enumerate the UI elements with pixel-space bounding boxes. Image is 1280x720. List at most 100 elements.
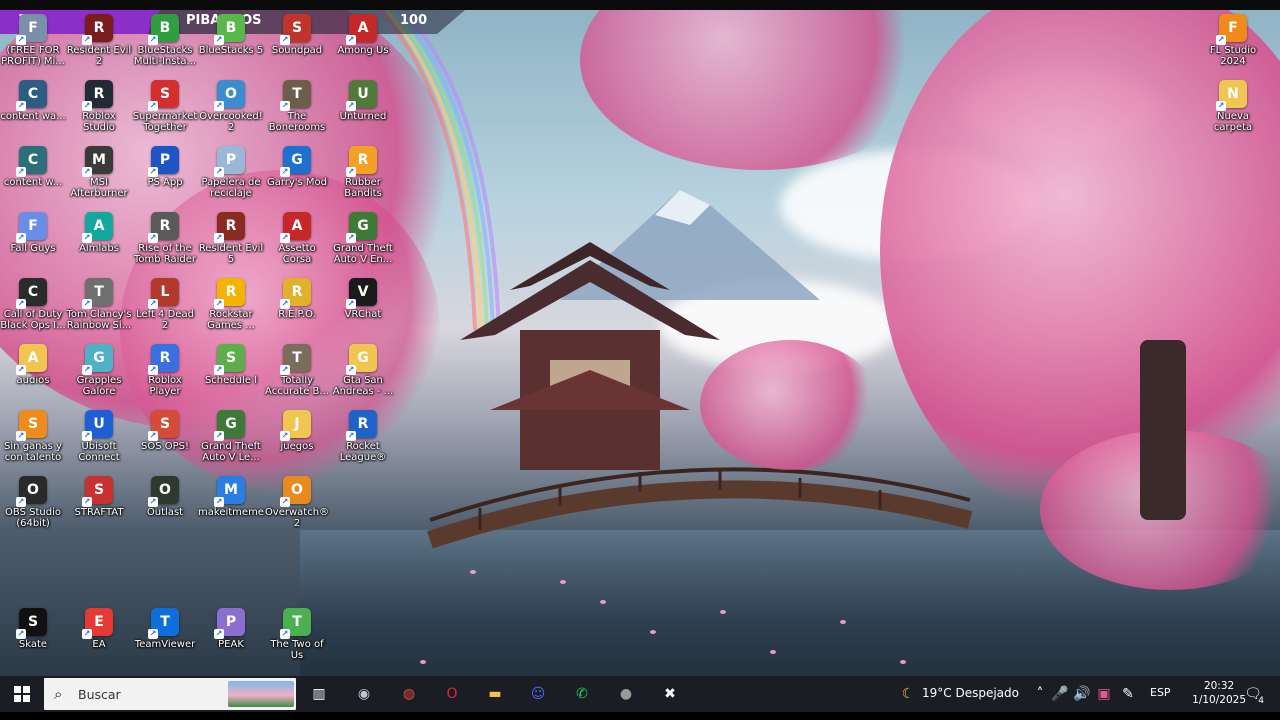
desktop-icon[interactable]: F ↗ (FREE FOR PROFIT) Mi... [0, 14, 66, 67]
desktop-icon[interactable]: G ↗ Garry's Mod [264, 146, 330, 188]
desktop-icon[interactable]: V ↗ VRChat [330, 278, 396, 320]
volume-icon[interactable]: 🔊 [1072, 680, 1092, 708]
vrchat-icon: V ↗ [346, 278, 377, 309]
desktop-icon[interactable]: L ↗ Left 4 Dead 2 [132, 278, 198, 331]
desktop-icon[interactable]: M ↗ MSI Afterburner [66, 146, 132, 199]
desktop-icon[interactable]: F ↗ FL Studio 2024 [1200, 14, 1266, 67]
taskbar-search-box[interactable]: ⌕ Buscar [44, 678, 296, 710]
desktop-icon[interactable]: S ↗ Supermarket Together [132, 80, 198, 133]
desktop-icon-label: juegos [280, 441, 314, 452]
whatsapp-icon[interactable]: ✆ [568, 680, 596, 708]
desktop-icon[interactable]: U ↗ Unturned [330, 80, 396, 122]
desktop-icon[interactable]: S ↗ STRAFTAT [66, 476, 132, 518]
shortcut-arrow-icon: ↗ [82, 101, 92, 111]
desktop-icon[interactable]: A ↗ audios [0, 344, 66, 386]
desktop-icon-label: Overcooked! 2 [199, 111, 263, 133]
desktop-icon[interactable]: G ↗ Grand Theft Auto V Le... [198, 410, 264, 463]
desktop-icon[interactable]: R ↗ Rubber Bandits [330, 146, 396, 199]
desktop-icon-label: Grand Theft Auto V Le... [201, 441, 261, 463]
desktop-icon-label: Fall Guys [10, 243, 56, 254]
weather-icon[interactable]: ☾ [894, 680, 922, 708]
desktop-icon[interactable]: J ↗ juegos [264, 410, 330, 452]
desktop-icon[interactable]: T ↗ The Two of Us [264, 608, 330, 661]
desktop-icon[interactable]: C ↗ Call of Duty Black Ops I... [0, 278, 66, 331]
notification-center-icon[interactable]: 🗨 4 [1240, 680, 1266, 708]
desktop-icon[interactable]: T ↗ The Bonerooms [264, 80, 330, 133]
desktop-icon[interactable]: B ↗ BlueStacks 5 [198, 14, 264, 56]
desktop-icon[interactable]: U ↗ Ubisoft Connect [66, 410, 132, 463]
desktop-icon[interactable]: R ↗ Rockstar Games ... [198, 278, 264, 331]
desktop-icon-label: Grand Theft Auto V En... [333, 243, 393, 265]
desktop-icon[interactable]: R ↗ Rocket League® [330, 410, 396, 463]
chrome-icon[interactable]: ◍ [395, 680, 423, 708]
opera-icon[interactable]: O [438, 680, 466, 708]
desktop-icon[interactable]: A ↗ Assetto Corsa [264, 212, 330, 265]
desktop-icon[interactable]: G ↗ Grand Theft Auto V En... [330, 212, 396, 265]
shortcut-arrow-icon: ↗ [214, 497, 224, 507]
desktop-icon[interactable]: R ↗ Roblox Player [132, 344, 198, 397]
start-button[interactable] [0, 676, 44, 712]
desktop-icon-label: Papelera de reciclaje [201, 177, 261, 199]
desktop-icon[interactable]: C ↗ content w... [0, 146, 66, 188]
desktop-icon[interactable]: S ↗ SOS OPS! [132, 410, 198, 452]
desktop-icon[interactable]: M ↗ makeitmeme [198, 476, 264, 518]
shortcut-arrow-icon: ↗ [148, 629, 158, 639]
language-indicator[interactable]: ESP [1150, 686, 1171, 699]
discord-icon[interactable]: ☺ [524, 680, 552, 708]
shortcut-arrow-icon: ↗ [346, 167, 356, 177]
desktop-icon[interactable]: S ↗ Soundpad [264, 14, 330, 56]
desktop-icon[interactable]: O ↗ OBS Studio (64bit) [0, 476, 66, 529]
desktop-icon[interactable]: R ↗ Resident Evil 5 [198, 212, 264, 265]
game-icon: S ↗ [214, 344, 245, 375]
pen-icon[interactable]: ✎ [1118, 680, 1138, 708]
desktop-icon[interactable]: R ↗ R.E.P.O. [264, 278, 330, 320]
desktop-icon[interactable]: A ↗ Aimlabs [66, 212, 132, 254]
desktop-icon[interactable]: R ↗ Roblox Studio [66, 80, 132, 133]
desktop-icon-label: FL Studio 2024 [1209, 45, 1257, 67]
file-explorer-icon[interactable]: ▬ [481, 680, 509, 708]
show-hidden-icons-chevron-icon[interactable]: ˄ [1030, 680, 1050, 708]
desktop-icon-label: PS App [147, 177, 183, 188]
desktop-icon[interactable]: E ↗ EA [66, 608, 132, 650]
obs-icon[interactable]: ● [612, 680, 640, 708]
clock-date: 1/10/2025 [1192, 694, 1246, 706]
desktop-icon-label: Left 4 Dead 2 [136, 309, 194, 331]
desktop-icon[interactable]: T ↗ Tom Clancy's Rainbow Si... [66, 278, 132, 331]
desktop-icon[interactable]: P ↗ Papelera de reciclaje [198, 146, 264, 199]
desktop-icon[interactable]: R ↗ Resident Evil 2 [66, 14, 132, 67]
steam-icon[interactable]: ◉ [350, 680, 378, 708]
game-icon: T ↗ [280, 80, 311, 111]
desktop-icon[interactable]: G ↗ Gta San Andreas - ... [330, 344, 396, 397]
desktop-icon[interactable]: T ↗ Totally Accurate B... [264, 344, 330, 397]
desktop-icon-label: Assetto Corsa [278, 243, 316, 265]
desktop-icon[interactable]: O ↗ Overcooked! 2 [198, 80, 264, 133]
weather-text[interactable]: 19°C Despejado [922, 686, 1019, 700]
desktop-icon[interactable]: O ↗ Overwatch® 2 [264, 476, 330, 529]
desktop-icon[interactable]: S ↗ Sin ganas y con talento [0, 410, 66, 463]
capcut-icon[interactable]: ✖ [656, 680, 684, 708]
network-icon[interactable]: ▣ [1094, 680, 1114, 708]
taskbar-clock[interactable]: 20:32 1/10/2025 [1192, 679, 1246, 707]
desktop-icon[interactable]: C ↗ content wa... [0, 80, 66, 122]
desktop-icon[interactable]: O ↗ Outlast [132, 476, 198, 518]
among-us-icon: A ↗ [346, 14, 377, 45]
desktop-icon[interactable]: F ↗ Fall Guys [0, 212, 66, 254]
desktop-icon[interactable]: G ↗ Grapples Galore [66, 344, 132, 397]
desktop-icon[interactable]: S ↗ Schedule I [198, 344, 264, 386]
desktop-icon[interactable]: P ↗ PEAK [198, 608, 264, 650]
game-icon: M ↗ [214, 476, 245, 507]
desktop-icon-label: Garry's Mod [266, 177, 328, 188]
task-view-icon[interactable]: ▥ [305, 680, 333, 708]
desktop-icon[interactable]: A ↗ Among Us [330, 14, 396, 56]
desktop-icon[interactable]: N ↗ Nueva carpeta [1200, 80, 1266, 133]
desktop-icon[interactable]: B ↗ BlueStacks Multi-Insta... [132, 14, 198, 67]
desktop-icon[interactable]: S ↗ Skate [0, 608, 66, 650]
desktop-icon[interactable]: P ↗ PS App [132, 146, 198, 188]
game-icon: P ↗ [214, 608, 245, 639]
shortcut-arrow-icon: ↗ [82, 365, 92, 375]
game-icon: R ↗ [148, 212, 179, 243]
desktop-icon-label: content w... [3, 177, 63, 188]
desktop-icon[interactable]: R ↗ Rise of the Tomb Raider [132, 212, 198, 265]
desktop-icon[interactable]: T ↗ TeamViewer [132, 608, 198, 650]
microphone-icon[interactable]: 🎤 [1050, 680, 1070, 708]
